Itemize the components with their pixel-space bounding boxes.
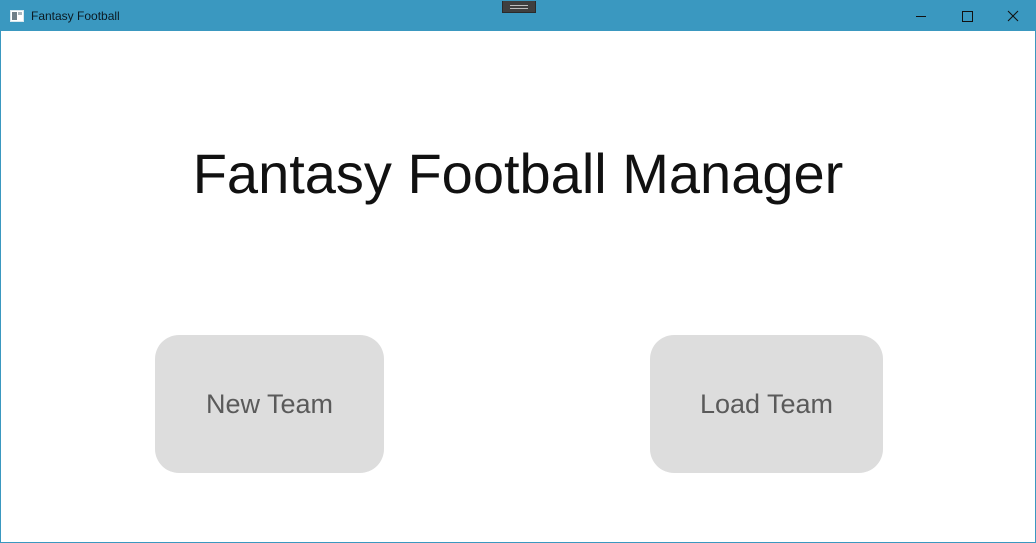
page-title: Fantasy Football Manager: [192, 142, 844, 205]
minimize-button[interactable]: [898, 1, 944, 31]
app-window: Fantasy Football Fantasy Football Manage…: [0, 0, 1036, 543]
close-icon: [1007, 10, 1019, 22]
minimize-icon: [916, 16, 926, 17]
maximize-icon: [962, 11, 973, 22]
new-team-button[interactable]: New Team: [155, 335, 384, 473]
title-bar[interactable]: Fantasy Football: [1, 1, 1035, 31]
close-button[interactable]: [990, 1, 1036, 31]
app-icon: [10, 9, 24, 22]
window-title: Fantasy Football: [31, 9, 120, 23]
maximize-button[interactable]: [944, 1, 990, 31]
load-team-button[interactable]: Load Team: [650, 335, 883, 473]
drag-handle[interactable]: [502, 1, 536, 13]
